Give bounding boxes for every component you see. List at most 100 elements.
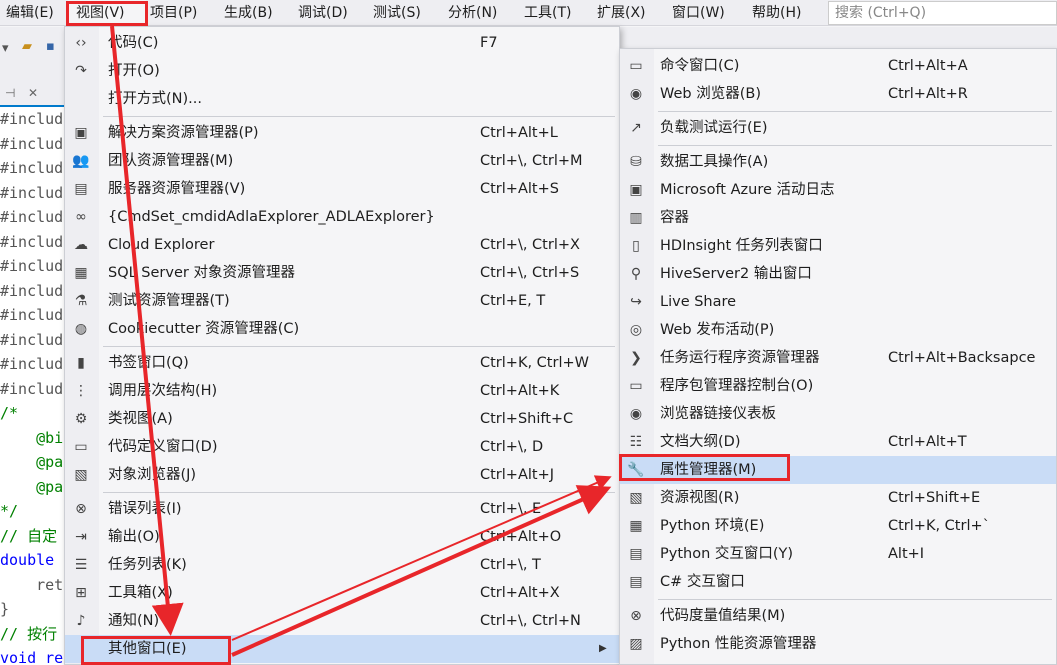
menu-item[interactable]: ⚲ HiveServer2 输出窗口 xyxy=(620,260,1056,288)
menu-item-label: 数据工具操作(A) xyxy=(660,154,769,170)
menu-item[interactable]: ▭ 程序包管理器控制台(O) xyxy=(620,372,1056,400)
menu-debug[interactable]: 调试(D) xyxy=(298,0,348,26)
command-window-icon: ▭ xyxy=(629,58,643,74)
menu-item-label: 工具箱(X) xyxy=(108,585,173,601)
menu-item-shortcut: Ctrl+Alt+K xyxy=(480,383,560,399)
menu-help[interactable]: 帮助(H) xyxy=(752,0,801,26)
web-publish-icon: ◎ xyxy=(629,322,643,338)
menu-item-label: 程序包管理器控制台(O) xyxy=(660,378,814,394)
view-menu: ‹› 代码(C) F7 ↷ 打开(O) 打开方式(N)... ▣ 解决方案资源管理器(P) Ct… xyxy=(64,26,620,665)
menu-item[interactable]: ⚗ 测试资源管理器(T) Ctrl+E, T xyxy=(65,287,619,315)
menu-item[interactable]: ⛁ 数据工具操作(A) xyxy=(620,148,1056,176)
menu-item[interactable]: ▭ 代码定义窗口(D) Ctrl+\, D xyxy=(65,433,619,461)
menu-item[interactable]: ‹› 代码(C) F7 xyxy=(65,29,619,57)
menu-item-label: 调用层次结构(H) xyxy=(108,383,218,399)
menu-item[interactable]: ⋮ 调用层次结构(H) Ctrl+Alt+K xyxy=(65,377,619,405)
menu-item-shortcut: Ctrl+Alt+R xyxy=(888,86,968,102)
menu-item[interactable]: ↪ Live Share xyxy=(620,288,1056,316)
menu-item[interactable]: ❯ 任务运行程序资源管理器 Ctrl+Alt+Backsapce xyxy=(620,344,1056,372)
menu-item[interactable]: ▭ 命令窗口(C) Ctrl+Alt+A xyxy=(620,52,1056,80)
menu-item[interactable]: ◉ Web 浏览器(B) Ctrl+Alt+R xyxy=(620,80,1056,108)
code-line: #include xyxy=(0,257,70,275)
open-folder-icon[interactable]: ▰ xyxy=(22,39,32,54)
data-tools-icon: ⛁ xyxy=(630,154,642,170)
menu-item[interactable]: ▮ 书签窗口(Q) Ctrl+K, Ctrl+W xyxy=(65,349,619,377)
other-windows-submenu: ▭ 命令窗口(C) Ctrl+Alt+A ◉ Web 浏览器(B) Ctrl+Alt+R ↗… xyxy=(619,48,1057,665)
menu-window[interactable]: 窗口(W) xyxy=(672,0,725,26)
menu-item[interactable]: ◉ 浏览器链接仪表板 xyxy=(620,400,1056,428)
menu-item[interactable]: ☷ 文档大纲(D) Ctrl+Alt+T xyxy=(620,428,1056,456)
submenu-arrow-icon: ▶ xyxy=(599,643,607,654)
menu-item[interactable]: ⊞ 工具箱(X) Ctrl+Alt+X xyxy=(65,579,619,607)
menu-test[interactable]: 测试(S) xyxy=(373,0,421,26)
annotation-box-other-windows xyxy=(81,636,231,665)
code-editor[interactable]: #include #include #include #include #include… xyxy=(0,107,70,665)
menu-edit[interactable]: 编辑(E) xyxy=(6,0,54,26)
menu-item[interactable]: ∞ {CmdSet_cmdidAdlaExplorer_ADLAExplorer} xyxy=(65,203,619,231)
menu-item-label: 资源视图(R) xyxy=(660,490,740,506)
menu-item[interactable]: ▤ Python 交互窗口(Y) Alt+I xyxy=(620,540,1056,568)
server-explorer-icon: ▤ xyxy=(74,181,88,197)
menu-item[interactable]: ☁ Cloud Explorer Ctrl+\, Ctrl+X xyxy=(65,231,619,259)
menu-analyze[interactable]: 分析(N) xyxy=(448,0,497,26)
annotation-box-view-menu xyxy=(66,1,148,26)
menu-item-label: 错误列表(I) xyxy=(108,501,182,517)
menu-item-label: 代码定义窗口(D) xyxy=(108,439,218,455)
code-line: void re xyxy=(0,649,64,665)
menu-item[interactable]: ▣ Microsoft Azure 活动日志 xyxy=(620,176,1056,204)
code-icon: ‹› xyxy=(75,35,87,51)
menu-item[interactable]: 👥 团队资源管理器(M) Ctrl+\, Ctrl+M xyxy=(65,147,619,175)
menu-item[interactable]: ↷ 打开(O) xyxy=(65,57,619,85)
menu-item[interactable]: ◎ Web 发布活动(P) xyxy=(620,316,1056,344)
nav-dropdown-icon[interactable]: ▾ xyxy=(2,41,9,56)
live-share-icon: ↪ xyxy=(630,294,642,310)
menu-item[interactable]: ▦ SQL Server 对象资源管理器 Ctrl+\, Ctrl+S xyxy=(65,259,619,287)
menu-item[interactable]: ⚙ 类视图(A) Ctrl+Shift+C xyxy=(65,405,619,433)
code-line: #include xyxy=(0,134,70,153)
menu-item-label: HDInsight 任务列表窗口 xyxy=(660,238,823,254)
menu-item-shortcut: Ctrl+Alt+J xyxy=(480,467,555,483)
search-input[interactable]: 搜索 (Ctrl+Q) xyxy=(828,1,1057,25)
menu-item-label: 类视图(A) xyxy=(108,411,173,427)
menu-item[interactable]: ⇥ 输出(O) Ctrl+Alt+O xyxy=(65,523,619,551)
menu-item-shortcut: Alt+I xyxy=(888,546,925,562)
menu-item[interactable]: ▨ Python 性能资源管理器 xyxy=(620,630,1056,658)
close-tab-icon[interactable]: ✕ xyxy=(28,86,38,100)
menu-item[interactable]: 打开方式(N)... xyxy=(65,85,619,113)
web-browser-icon: ◉ xyxy=(629,86,643,102)
menu-item-shortcut: Ctrl+\, T xyxy=(480,557,541,573)
menu-item[interactable]: ♪ 通知(N) Ctrl+\, Ctrl+N xyxy=(65,607,619,635)
menu-item-shortcut: Ctrl+\, D xyxy=(480,439,544,455)
menu-item[interactable]: ▣ 解决方案资源管理器(P) Ctrl+Alt+L xyxy=(65,119,619,147)
menu-item[interactable]: ⊗ 代码度量值结果(M) xyxy=(620,602,1056,630)
menu-item-label: Cloud Explorer xyxy=(108,237,215,253)
menu-extensions[interactable]: 扩展(X) xyxy=(597,0,646,26)
code-line: // 自定 xyxy=(0,526,58,545)
save-icon[interactable]: ▪ xyxy=(46,39,55,54)
menu-item-label: 代码(C) xyxy=(108,35,159,51)
menu-item[interactable]: ▦ Python 环境(E) Ctrl+K, Ctrl+` xyxy=(620,512,1056,540)
menu-item[interactable]: ↗ 负载测试运行(E) xyxy=(620,114,1056,142)
menu-item[interactable]: ⊗ 错误列表(I) Ctrl+\, E xyxy=(65,495,619,523)
call-hierarchy-icon: ⋮ xyxy=(74,383,88,399)
menu-item[interactable]: ▥ 容器 xyxy=(620,204,1056,232)
hiveserver-icon: ⚲ xyxy=(630,266,642,282)
menu-item[interactable]: ▧ 对象浏览器(J) Ctrl+Alt+J xyxy=(65,461,619,489)
open-icon: ↷ xyxy=(75,63,87,79)
menu-tools[interactable]: 工具(T) xyxy=(524,0,571,26)
output-icon: ⇥ xyxy=(75,529,87,545)
menu-item[interactable]: ☰ 任务列表(K) Ctrl+\, T xyxy=(65,551,619,579)
menu-item[interactable]: ▧ 资源视图(R) Ctrl+Shift+E xyxy=(620,484,1056,512)
menu-item-label: 打开方式(N)... xyxy=(108,91,202,107)
menu-item[interactable]: ▯ HDInsight 任务列表窗口 xyxy=(620,232,1056,260)
menu-item[interactable]: ▤ 服务器资源管理器(V) Ctrl+Alt+S xyxy=(65,175,619,203)
menu-item[interactable]: ◍ Cookiecutter 资源管理器(C) xyxy=(65,315,619,343)
package-console-icon: ▭ xyxy=(629,378,643,394)
menu-build[interactable]: 生成(B) xyxy=(224,0,273,26)
menu-project[interactable]: 项目(P) xyxy=(150,0,197,26)
bookmark-icon: ▮ xyxy=(77,355,85,371)
code-line: #include xyxy=(0,208,70,226)
menu-item-label: Python 性能资源管理器 xyxy=(660,636,817,652)
pin-icon[interactable]: ⊣ xyxy=(5,86,15,100)
menu-item[interactable]: ▤ C# 交互窗口 xyxy=(620,568,1056,596)
